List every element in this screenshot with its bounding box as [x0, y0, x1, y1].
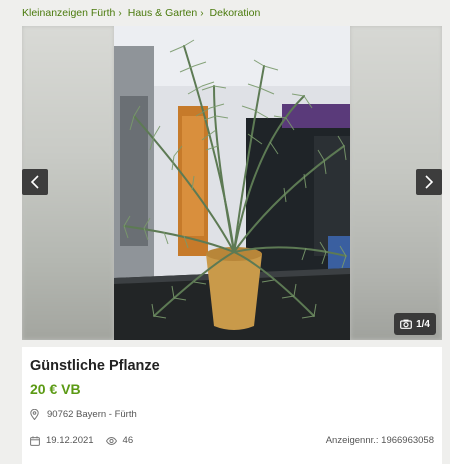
date-text: 19.12.2021: [46, 435, 94, 446]
chevron-right-icon: [425, 175, 434, 189]
listing-meta: 19.12.2021 46 Anzeigennr.: 1966963058: [30, 435, 434, 446]
listing-date: 19.12.2021: [30, 435, 94, 446]
image-counter-badge[interactable]: 1/4: [394, 313, 436, 335]
listing-title: Günstliche Pflanze: [30, 358, 160, 374]
views-count: 46: [122, 435, 134, 446]
listing-photo[interactable]: [114, 26, 350, 340]
next-image-button[interactable]: [416, 169, 442, 195]
location-pin-icon: [30, 409, 39, 420]
chevron-right-icon: ›: [118, 7, 122, 19]
previous-image-button[interactable]: [22, 169, 48, 195]
chevron-left-icon: [30, 175, 39, 189]
listing-price: 20 € VB: [30, 381, 81, 397]
eye-icon: [105, 436, 117, 445]
ad-id: Anzeigennr.: 1966963058: [325, 435, 434, 446]
camera-icon: [400, 319, 412, 329]
breadcrumb-link-haus-garten[interactable]: Haus & Garten: [128, 7, 197, 19]
breadcrumb: Kleinanzeigen Fürth › Haus & Garten › De…: [22, 6, 260, 20]
listing-details-card: Günstliche Pflanze 20 € VB 90762 Bayern …: [22, 347, 442, 464]
listing-views: 46: [105, 435, 134, 446]
image-gallery[interactable]: 1/4: [22, 26, 442, 340]
location-text: 90762 Bayern - Fürth: [47, 409, 137, 420]
chevron-right-icon: ›: [200, 7, 204, 19]
calendar-icon: [30, 435, 40, 446]
breadcrumb-link-dekoration[interactable]: Dekoration: [210, 7, 261, 19]
image-counter-text: 1/4: [416, 318, 430, 330]
breadcrumb-link-kleinanzeigen[interactable]: Kleinanzeigen Fürth: [22, 7, 115, 19]
listing-location: 90762 Bayern - Fürth: [30, 409, 137, 420]
plant-photo-image: [114, 26, 350, 340]
